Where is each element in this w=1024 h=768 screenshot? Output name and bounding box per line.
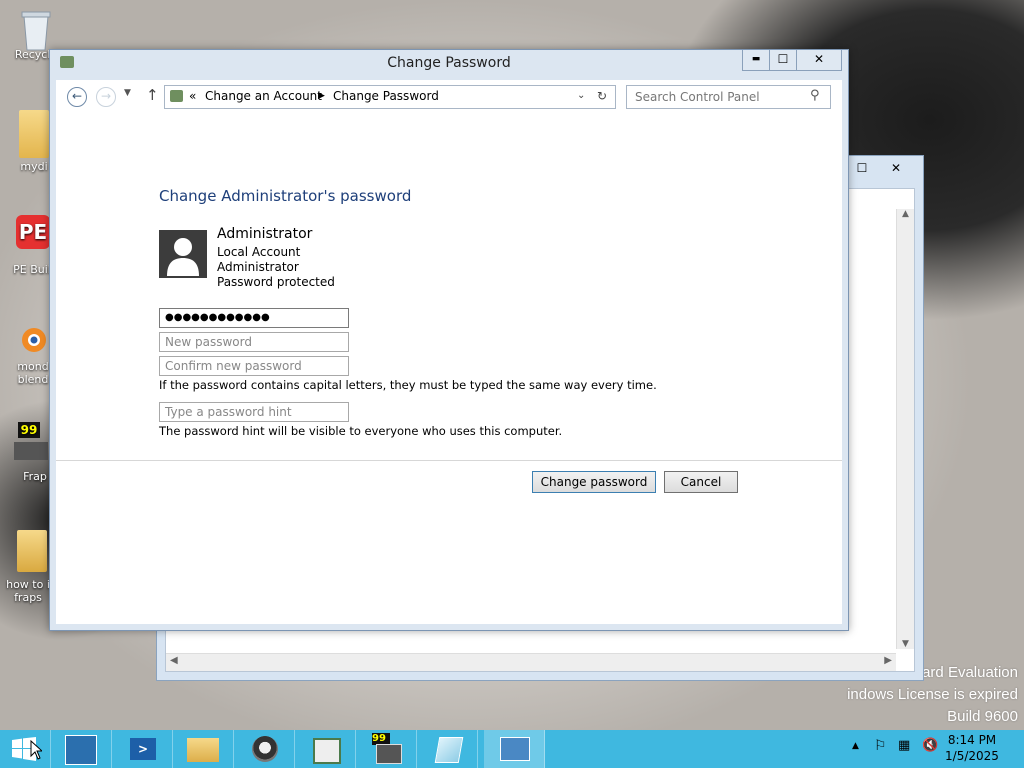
folder-icon — [19, 110, 49, 158]
server-manager-icon — [65, 735, 97, 765]
mouse-pointer-icon — [30, 739, 44, 763]
title-bar[interactable]: Change Password ▬ ☐ ✕ — [50, 50, 848, 78]
current-password-field[interactable]: ●●●●●●●●●●●● — [159, 308, 349, 328]
back-arrow-icon[interactable]: ← — [67, 87, 87, 107]
user-avatar-icon — [159, 230, 207, 278]
recycle-bin-icon — [18, 8, 54, 51]
background-maximize-button[interactable]: ☐ — [845, 158, 879, 178]
new-password-field[interactable]: New password — [159, 332, 349, 352]
scroll-left-icon[interactable]: ◀ — [170, 655, 178, 666]
address-dropdown-chevron-icon[interactable]: ⌄ — [577, 90, 585, 101]
scroll-down-icon[interactable]: ▼ — [897, 639, 914, 649]
password-hint-note: The password hint will be visible to eve… — [159, 424, 563, 438]
vertical-scrollbar[interactable]: ▲ ▼ — [896, 209, 914, 649]
account-type: Local Account — [217, 245, 301, 259]
up-arrow-icon[interactable]: ↑ — [146, 86, 159, 104]
confirm-password-field[interactable]: Confirm new password — [159, 356, 349, 376]
watermark-line-2: indows License is expired — [847, 686, 1018, 703]
horizontal-scrollbar[interactable]: ◀ ▶ — [166, 653, 896, 671]
change-password-window[interactable]: Change Password ▬ ☐ ✕ ← → ▼ ↑ « Change a… — [49, 49, 849, 631]
recent-pages-chevron-icon[interactable]: ▼ — [124, 88, 131, 98]
clock-date: 1/5/2025 — [945, 749, 999, 763]
watermark-line-1: ard Evaluation — [922, 664, 1018, 681]
zip-folder-icon — [17, 530, 47, 572]
start-button[interactable] — [0, 730, 51, 768]
icon-label: how to i fraps — [6, 578, 50, 604]
show-hidden-icons-chevron-icon[interactable]: ▲ — [852, 741, 859, 751]
monitor-icon — [376, 744, 402, 764]
taskbar-app-raccoon[interactable] — [234, 730, 295, 768]
address-bar[interactable]: « Change an Account ▶ Change Password ⌄ … — [164, 85, 616, 109]
clock-time: 8:14 PM — [947, 733, 997, 747]
window-title: Change Password — [387, 55, 511, 71]
background-close-button[interactable]: ✕ — [879, 158, 913, 178]
account-status: Password protected — [217, 275, 335, 289]
file-explorer-icon — [187, 738, 219, 762]
account-name: Administrator — [217, 226, 313, 242]
blender-icon — [14, 322, 50, 358]
taskbar-fraps[interactable]: 99 — [356, 730, 417, 768]
scroll-right-icon[interactable]: ▶ — [884, 655, 892, 666]
capital-letters-note: If the password contains capital letters… — [159, 378, 657, 392]
search-input[interactable]: Search Control Panel — [635, 90, 760, 104]
close-button[interactable]: ✕ — [796, 50, 842, 71]
change-password-button[interactable]: Change password — [532, 471, 656, 493]
powershell-icon: > — [130, 738, 156, 760]
refresh-icon[interactable]: ↻ — [597, 89, 607, 103]
password-hint-field[interactable]: Type a password hint — [159, 402, 349, 422]
breadcrumb-prefix[interactable]: « — [189, 89, 196, 103]
taskbar-recorder[interactable] — [295, 730, 356, 768]
recorder-icon — [313, 738, 341, 764]
account-group: Administrator — [217, 260, 299, 274]
navigation-bar: ← → ▼ ↑ « Change an Account ▶ Change Pas… — [56, 80, 842, 112]
forward-arrow-icon[interactable]: → — [96, 87, 116, 107]
breadcrumb-change-an-account[interactable]: Change an Account — [205, 89, 322, 103]
taskbar-powershell[interactable]: > — [112, 730, 173, 768]
notepad-icon — [434, 737, 464, 763]
taskbar-control-panel[interactable] — [484, 730, 545, 768]
watermark-line-3: Build 9600 — [947, 708, 1018, 725]
action-center-flag-icon[interactable]: ⚐ — [874, 738, 887, 754]
fraps-icon: 99 — [14, 422, 50, 462]
clock[interactable]: 8:14 PM 1/5/2025 — [942, 732, 1002, 764]
content-pane: Change Administrator's password Administ… — [56, 112, 842, 624]
scroll-up-icon[interactable]: ▲ — [897, 209, 914, 219]
breadcrumb-separator-icon[interactable]: ▶ — [318, 91, 325, 101]
raccoon-app-icon — [252, 736, 278, 762]
breadcrumb-change-password[interactable]: Change Password — [333, 89, 439, 103]
taskbar-file-explorer[interactable] — [173, 730, 234, 768]
pe-builder-icon: PE — [16, 215, 50, 249]
maximize-button[interactable]: ☐ — [769, 50, 797, 71]
taskbar: > 99 ▲ ⚐ ▦ 🔇 8:14 PM 1/5/2025 — [0, 730, 1024, 768]
taskbar-notepad[interactable] — [417, 730, 478, 768]
control-panel-taskbar-icon — [500, 737, 530, 761]
divider — [56, 460, 842, 461]
search-icon[interactable]: ⚲ — [810, 88, 820, 103]
address-control-panel-icon — [170, 90, 183, 102]
search-box[interactable]: Search Control Panel ⚲ — [626, 85, 831, 109]
minimize-button[interactable]: ▬ — [742, 50, 770, 71]
network-icon[interactable]: ▦ — [898, 738, 910, 753]
taskbar-server-manager[interactable] — [51, 730, 112, 768]
volume-muted-icon[interactable]: 🔇 — [922, 738, 938, 753]
cancel-button[interactable]: Cancel — [664, 471, 738, 493]
page-heading: Change Administrator's password — [159, 187, 412, 205]
